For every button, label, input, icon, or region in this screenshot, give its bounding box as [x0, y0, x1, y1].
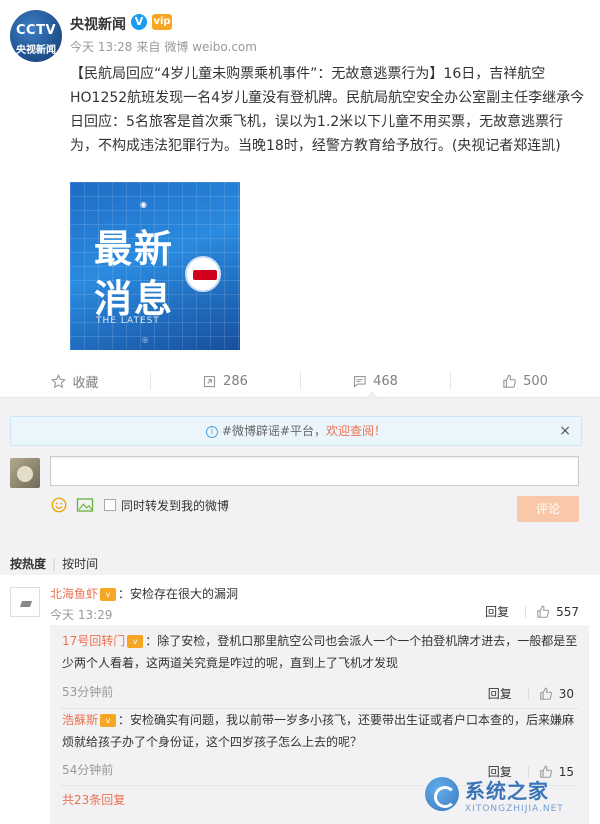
sort-by-hot[interactable]: 按热度 — [10, 557, 46, 571]
rumor-notice-bar: i #微博辟谣#平台，欢迎查阅！ × — [10, 416, 582, 446]
avatar-name: 央视新闻 — [16, 45, 56, 56]
commenter-avatar[interactable] — [10, 587, 40, 617]
weibo-post: CCTV 央视新闻 央视新闻 V vip 今天 13:28 来自 微博 weibo.… — [0, 0, 600, 398]
comment-like-count: 557 — [556, 604, 579, 619]
post-text: 【民航局回应“4岁儿童未购票乘机事件”：无故意逃票行为】16日，吉祥航空HO12… — [70, 66, 585, 154]
post-action-bar: 收藏 286 468 500 — [0, 364, 600, 398]
comment-icon — [353, 375, 366, 388]
post-meta: 今天 13:28 来自 微博 weibo.com — [70, 38, 261, 55]
more-replies-link[interactable]: 共23条回复 — [62, 791, 125, 808]
verified-badge-icon: V — [131, 14, 147, 30]
reply-item: 17号回转门 v ：除了安检，登机口那里航空公司也会派人一个一个拍登机牌才进去，一般… — [62, 630, 578, 674]
post-time[interactable]: 今天 13:28 — [70, 40, 132, 54]
author-avatar[interactable]: CCTV 央视新闻 — [10, 10, 62, 62]
star-icon — [51, 373, 67, 388]
cctv-news-logo-icon — [185, 256, 221, 292]
reply-actions: 回复 30 — [488, 685, 574, 702]
notice-link[interactable]: 欢迎查阅！ — [326, 424, 386, 438]
emoji-icon[interactable] — [50, 496, 68, 514]
reply-button[interactable]: 回复 — [485, 603, 509, 620]
like-button[interactable]: 500 — [450, 364, 600, 398]
author-name[interactable]: 央视新闻 — [70, 14, 126, 34]
reply-item: 浩蘇斯 v ：安检确实有问题，我以前带一岁多小孩飞，还要带出生证或者户口本查的，后来… — [62, 709, 578, 753]
comment-pointer-arrow — [366, 391, 378, 399]
image-watermark-icon: ◎ — [142, 336, 149, 344]
thumbs-up-icon — [503, 374, 516, 388]
commenter-name[interactable]: 北海鱼虾 — [50, 587, 98, 601]
watermark-logo-icon — [425, 777, 459, 811]
submit-comment-button[interactable]: 评论 — [517, 496, 579, 522]
cctv-logo: CCTV — [16, 23, 57, 38]
action-divider — [525, 605, 527, 618]
comment-count: 468 — [373, 373, 398, 389]
post-source[interactable]: 微博 weibo.com — [164, 40, 257, 54]
favorite-label: 收藏 — [72, 375, 99, 391]
image-upload-icon[interactable] — [76, 497, 94, 513]
reply-like-count: 30 — [558, 686, 574, 701]
site-watermark: 系统之家 XITONGZHIJIA.NET — [425, 772, 595, 816]
vip-badge-icon: v — [100, 714, 117, 727]
reply-text: ：安检确实有问题，我以前带一岁多小孩飞，还要带出生证或者户口本查的，后来嫌麻烦就… — [62, 713, 575, 749]
vip-badge-icon: vip — [152, 14, 172, 30]
close-icon[interactable]: × — [559, 417, 571, 445]
comment-time: 今天 13:29 — [50, 608, 113, 622]
thumbs-up-icon[interactable] — [539, 687, 553, 701]
watermark-name: 系统之家 — [465, 778, 549, 803]
comment-sort: 按热度 | 按时间 — [10, 555, 98, 572]
sort-divider: | — [52, 557, 57, 571]
reply-time: 53分钟前 — [62, 685, 114, 699]
my-avatar — [10, 458, 40, 488]
favorite-button[interactable]: 收藏 — [0, 364, 150, 398]
sort-by-time[interactable]: 按时间 — [62, 557, 98, 571]
replier-name[interactable]: 17号回转门 — [62, 634, 125, 648]
notice-text: #微博辟谣#平台， — [221, 424, 327, 438]
image-subtitle: THE LATEST — [96, 316, 160, 326]
repost-button[interactable]: 286 — [150, 364, 300, 398]
comment-input[interactable] — [50, 456, 579, 486]
watermark-url: XITONGZHIJIA.NET — [465, 803, 564, 814]
comment-actions: 回复 557 — [485, 603, 579, 620]
comment-section: i #微博辟谣#平台，欢迎查阅！ × 同时转发到我的微博 评论 按热度 | 按时间 北… — [0, 398, 600, 824]
repost-icon — [204, 375, 216, 387]
post-image[interactable]: ◉ 最新 消息 THE LATEST ◎ — [70, 182, 240, 350]
image-weibo-mark: ◉ — [140, 200, 147, 209]
image-headline-2: 消息 — [94, 277, 175, 321]
vip-badge-icon: v — [100, 588, 117, 601]
repost-checkbox[interactable] — [104, 499, 116, 511]
reply-button[interactable]: 回复 — [488, 685, 512, 702]
comment-body: 北海鱼虾 v ：安检存在很大的漏洞 — [50, 585, 238, 602]
comment-text: ：安检存在很大的漏洞 — [118, 587, 239, 601]
info-icon: i — [205, 425, 218, 438]
like-count: 500 — [523, 373, 548, 389]
thumbs-up-icon[interactable] — [536, 605, 550, 619]
composer-tools: 同时转发到我的微博 — [50, 496, 229, 514]
reply-time: 54分钟前 — [62, 763, 114, 777]
watermark-text: 系统之家 XITONGZHIJIA.NET — [465, 775, 564, 814]
repost-count: 286 — [223, 373, 248, 389]
action-divider — [527, 687, 529, 700]
image-headline-1: 最新 — [94, 227, 175, 271]
vip-badge-icon: v — [127, 635, 144, 648]
dog-avatar-icon — [17, 466, 33, 482]
replier-name[interactable]: 浩蘇斯 — [62, 713, 98, 727]
repost-checkbox-label: 同时转发到我的微博 — [121, 498, 230, 513]
source-prefix: 来自 — [136, 40, 161, 54]
